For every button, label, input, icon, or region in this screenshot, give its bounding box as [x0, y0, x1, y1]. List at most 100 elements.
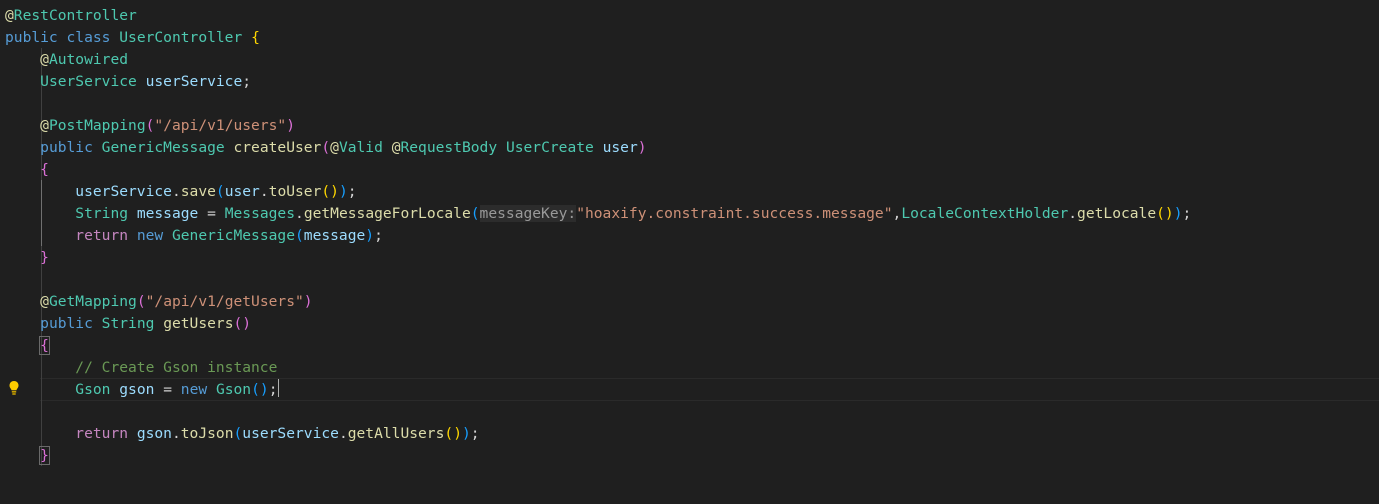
- token-variable: user: [224, 183, 260, 200]
- token-comment: // Create Gson instance: [75, 359, 278, 376]
- token-bracket-matched: }: [39, 446, 50, 465]
- token-variable: message: [136, 205, 199, 222]
- token-bracket: ): [338, 183, 348, 200]
- token-type: Gson: [75, 381, 111, 398]
- token-bracket: (: [251, 381, 260, 398]
- token-string: "/api/v1/users": [154, 117, 287, 134]
- token-bracket: ): [303, 293, 313, 310]
- token-punctuation: .: [259, 183, 269, 200]
- token-type: UserCreate: [505, 139, 594, 156]
- token-punctuation: ,: [892, 205, 902, 222]
- code-line: UserService userService;: [5, 71, 251, 93]
- token-punctuation: .: [171, 425, 181, 442]
- token-method: toUser: [268, 183, 322, 200]
- token-operator: =: [163, 381, 172, 398]
- token-bracket: }: [40, 249, 49, 266]
- token-punctuation: ;: [374, 227, 383, 244]
- token-bracket: ): [637, 139, 647, 156]
- token-class-name: GenericMessage: [171, 227, 295, 244]
- token-method: createUser: [233, 139, 322, 156]
- code-line: String message = Messages.getMessageForL…: [5, 203, 1191, 225]
- token-bracket: (: [233, 315, 243, 332]
- code-line: @PostMapping("/api/v1/users"): [5, 115, 295, 137]
- token-method: save: [180, 183, 216, 200]
- code-line: @GetMapping("/api/v1/getUsers"): [5, 291, 313, 313]
- token-keyword: public: [40, 315, 93, 332]
- code-line: public String getUsers(): [5, 313, 251, 335]
- token-keyword: return: [75, 227, 129, 244]
- token-operator: =: [207, 205, 216, 222]
- token-bracket: (: [233, 425, 243, 442]
- token-bracket: (: [444, 425, 454, 442]
- token-annotation-at: @: [5, 7, 14, 24]
- token-keyword: public: [5, 29, 58, 46]
- code-line: @Autowired: [5, 49, 128, 71]
- token-annotation-at: @: [40, 293, 49, 310]
- token-type: String: [75, 205, 129, 222]
- code-line: public GenericMessage createUser(@Valid …: [5, 137, 647, 159]
- token-string: "/api/v1/getUsers": [145, 293, 304, 310]
- token-string: "hoaxify.constraint.success.message": [576, 205, 893, 222]
- token-method: toJson: [180, 425, 234, 442]
- code-editor[interactable]: @RestController public class UserControl…: [0, 0, 1379, 504]
- token-parameter: user: [602, 139, 638, 156]
- token-class-name: Gson: [215, 381, 252, 398]
- token-annotation-at: @: [330, 139, 339, 156]
- token-type: GenericMessage: [101, 139, 225, 156]
- token-bracket: (: [215, 183, 225, 200]
- token-bracket: (: [294, 227, 304, 244]
- code-line: return new GenericMessage(message);: [5, 225, 383, 247]
- token-punctuation: .: [295, 205, 304, 222]
- code-line: }: [5, 445, 50, 467]
- token-bracket: ): [286, 117, 295, 134]
- code-line: return gson.toJson(userService.getAllUse…: [5, 423, 480, 445]
- token-annotation: GetMapping: [48, 293, 137, 310]
- token-bracket-matched: {: [39, 336, 50, 355]
- token-variable: userService: [75, 183, 172, 200]
- code-line-active: Gson gson = new Gson();: [5, 379, 279, 401]
- token-bracket: (: [1156, 205, 1165, 222]
- inlay-hint: messageKey:: [479, 205, 577, 222]
- token-bracket: ): [1164, 205, 1174, 222]
- token-punctuation: ;: [242, 73, 252, 90]
- token-punctuation: .: [1068, 205, 1078, 222]
- token-variable: message: [303, 227, 366, 244]
- token-method: getMessageForLocale: [303, 205, 471, 222]
- token-keyword: public: [40, 139, 93, 156]
- token-variable: gson: [119, 381, 155, 398]
- text-cursor: [277, 379, 279, 397]
- token-method: getUsers: [163, 315, 234, 332]
- token-bracket: ): [365, 227, 375, 244]
- token-annotation-at: @: [40, 117, 49, 134]
- token-bracket: (: [321, 183, 331, 200]
- token-punctuation: .: [171, 183, 181, 200]
- token-annotation-at: @: [40, 51, 49, 68]
- token-punctuation: ;: [347, 183, 357, 200]
- token-keyword: new: [180, 381, 208, 398]
- code-line: {: [5, 335, 50, 357]
- code-line: // Create Gson instance: [5, 357, 277, 379]
- token-punctuation: ;: [268, 381, 278, 398]
- token-class-name: LocaleContextHolder: [901, 205, 1069, 222]
- token-punctuation: .: [338, 425, 348, 442]
- token-class-name: UserController: [119, 29, 243, 46]
- token-annotation: PostMapping: [48, 117, 146, 134]
- code-line: {: [5, 159, 49, 181]
- token-keyword: new: [136, 227, 164, 244]
- token-type: String: [101, 315, 155, 332]
- token-annotation: Autowired: [48, 51, 129, 68]
- code-line: public class UserController {: [5, 27, 260, 49]
- token-bracket: ): [259, 381, 269, 398]
- token-method: getLocale: [1077, 205, 1157, 222]
- token-bracket: (: [321, 139, 331, 156]
- token-bracket: ): [242, 315, 252, 332]
- token-punctuation: ;: [470, 425, 480, 442]
- token-class-name: Messages: [224, 205, 296, 222]
- token-bracket: ): [330, 183, 339, 200]
- token-keyword: class: [66, 29, 111, 46]
- code-line: }: [5, 247, 49, 269]
- token-bracket: (: [470, 205, 480, 222]
- token-bracket: {: [40, 161, 49, 178]
- token-annotation: Valid: [338, 139, 383, 156]
- token-method: getAllUsers: [347, 425, 445, 442]
